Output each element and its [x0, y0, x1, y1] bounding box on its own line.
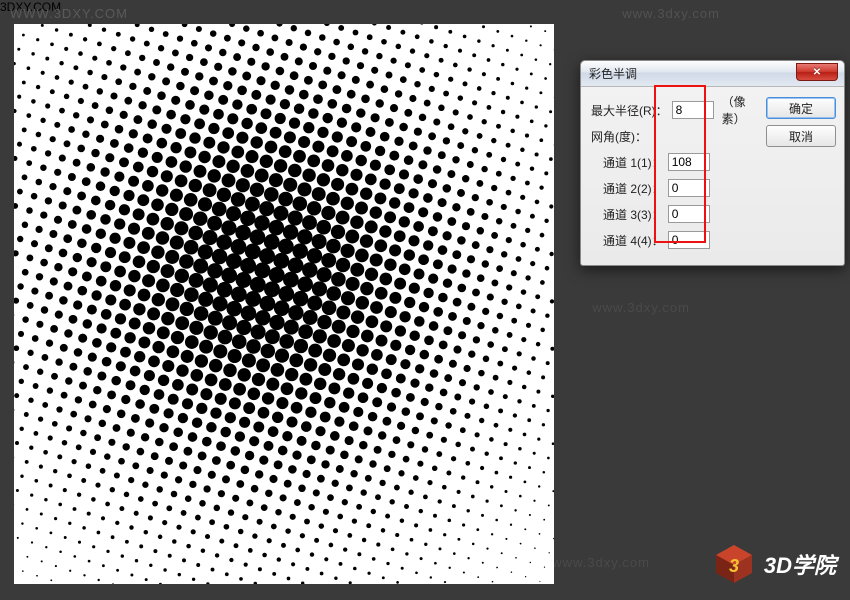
channel-4-input[interactable]	[668, 231, 710, 249]
channel-4-label: 通道 4(4)：	[603, 232, 664, 249]
halftone-pattern	[14, 24, 554, 584]
close-icon: ✕	[813, 67, 821, 78]
dialog-titlebar[interactable]: 彩色半调 ✕	[581, 61, 844, 87]
watermark-text: WWW.3DXY.COM	[10, 6, 128, 21]
ok-button-label: 确定	[789, 100, 813, 117]
max-radius-label: 最大半径(R)：	[591, 102, 668, 119]
channel-3-input[interactable]	[668, 205, 710, 223]
channel-2-input[interactable]	[668, 179, 710, 197]
color-halftone-dialog: 彩色半调 ✕ 最大半径(R)： （像素） 网角(度)： 通道 1(1)： 通道 …	[580, 60, 845, 266]
watermark-text: www.3dxy.com	[592, 300, 690, 315]
channel-1-label: 通道 1(1)：	[603, 154, 664, 171]
logo-text: 3D学院	[764, 548, 836, 580]
channel-2-label: 通道 2(2)：	[603, 180, 664, 197]
cancel-button[interactable]: 取消	[766, 125, 836, 147]
cube-icon: 3	[712, 542, 756, 586]
close-button[interactable]: ✕	[796, 63, 838, 81]
watermark-text: www.3dxy.com	[552, 555, 650, 570]
site-logo: 3 3D学院	[712, 542, 836, 586]
document-canvas	[14, 24, 554, 584]
watermark-text: www.3dxy.com	[622, 6, 720, 21]
screen-angle-heading: 网角(度)：	[591, 128, 647, 145]
cancel-button-label: 取消	[789, 128, 813, 145]
dialog-title: 彩色半调	[589, 65, 637, 82]
channel-3-label: 通道 3(3)：	[603, 206, 664, 223]
pixels-suffix: （像素）	[722, 93, 760, 127]
ok-button[interactable]: 确定	[766, 97, 836, 119]
max-radius-input[interactable]	[672, 101, 714, 119]
channel-1-input[interactable]	[668, 153, 710, 171]
svg-text:3: 3	[729, 556, 739, 576]
